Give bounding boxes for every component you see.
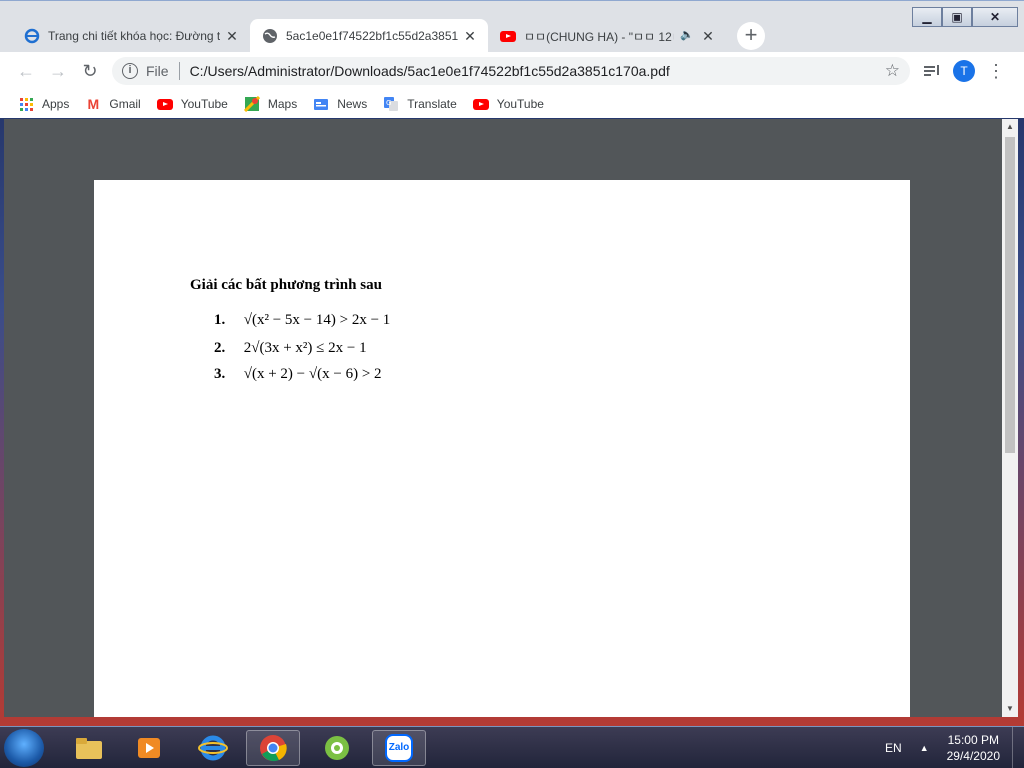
- close-window-button[interactable]: ✕: [972, 7, 1018, 27]
- document-title: Giải các bất phương trình sau: [190, 277, 382, 293]
- bookmark-label: YouTube: [496, 97, 544, 111]
- bookmark-star-icon[interactable]: ☆: [885, 61, 900, 81]
- translate-icon: G: [383, 96, 399, 112]
- back-arrow-icon[interactable]: ←: [14, 59, 38, 83]
- item-number: 3.: [214, 366, 226, 382]
- item-number: 1.: [214, 312, 226, 328]
- tab-strip: Trang chi tiết khóa học: Đường th ✕ 5ac1…: [12, 19, 726, 53]
- clock[interactable]: 15:00 PM 29/4/2020: [947, 732, 1000, 764]
- bookmark-youtube-2[interactable]: YouTube: [472, 96, 544, 112]
- edge-favicon-icon: [24, 28, 40, 44]
- zalo-label: Zalo: [385, 734, 413, 762]
- forward-arrow-icon[interactable]: →: [46, 59, 70, 83]
- bookmark-maps[interactable]: Maps: [243, 96, 298, 112]
- apps-grid-icon: [18, 96, 34, 112]
- show-hidden-icons-icon[interactable]: ▲: [920, 743, 929, 753]
- media-player-icon[interactable]: [122, 730, 176, 766]
- news-icon: [313, 96, 329, 112]
- maps-icon: [243, 96, 260, 112]
- inequality-expression: √(x + 2) − √(x − 6) > 2: [243, 366, 382, 382]
- vertical-scrollbar[interactable]: ▲ ▼: [1002, 119, 1018, 717]
- list-item: 2. 2√(3x + x²) ≤ 2x − 1: [214, 340, 367, 357]
- bookmark-label: YouTube: [180, 97, 228, 111]
- inequality-expression: √(x² − 5x − 14) > 2x − 1: [243, 312, 391, 328]
- show-desktop-button[interactable]: [1012, 727, 1024, 768]
- coccoc-icon[interactable]: [310, 730, 364, 766]
- bookmark-youtube[interactable]: YouTube: [156, 96, 228, 112]
- bookmark-label: Maps: [267, 97, 298, 111]
- tab-title: ㅁㅁ(CHUNG HA) - "ㅁㅁ 12ㅁ (C: [524, 29, 674, 44]
- system-tray: EN ▲ 15:00 PM 29/4/2020: [885, 727, 1000, 768]
- explorer-icon[interactable]: [62, 730, 116, 766]
- browser-titlebar: Trang chi tiết khóa học: Đường th ✕ 5ac1…: [0, 0, 1024, 53]
- speaker-icon[interactable]: 🔈: [680, 28, 694, 41]
- globe-icon: [263, 29, 277, 43]
- new-tab-button[interactable]: +: [737, 22, 765, 50]
- bookmark-label: Gmail: [109, 97, 141, 111]
- windows-taskbar: Zalo EN ▲ 15:00 PM 29/4/2020: [0, 726, 1024, 768]
- info-icon[interactable]: i: [122, 63, 138, 79]
- scroll-up-arrow-icon[interactable]: ▲: [1002, 119, 1018, 135]
- minimize-button[interactable]: ▁: [912, 7, 942, 27]
- zalo-icon[interactable]: Zalo: [372, 730, 426, 766]
- profile-avatar[interactable]: T: [952, 59, 976, 83]
- browser-toolbar: ← → ↻ i File C:/Users/Administrator/Down…: [0, 52, 1024, 90]
- language-indicator[interactable]: EN: [885, 741, 902, 755]
- list-item: 3. √(x + 2) − √(x − 6) > 2: [214, 366, 382, 383]
- bookmark-translate[interactable]: G Translate: [383, 96, 457, 112]
- inequality-expression: 2√(3x + x²) ≤ 2x − 1: [243, 340, 367, 356]
- reload-icon[interactable]: ↻: [78, 59, 102, 83]
- divider: [178, 62, 180, 80]
- svg-text:G: G: [386, 99, 391, 107]
- scroll-down-arrow-icon[interactable]: ▼: [1002, 701, 1018, 717]
- media-control-icon[interactable]: [920, 59, 944, 83]
- pdf-viewer[interactable]: Giải các bất phương trình sau 1. √(x² − …: [4, 119, 1018, 717]
- scheme-label: File: [146, 63, 169, 79]
- close-tab-icon[interactable]: ✕: [462, 28, 478, 44]
- youtube-icon: [472, 96, 489, 112]
- bookmark-label: Translate: [407, 97, 457, 111]
- bookmark-label: News: [337, 97, 368, 111]
- bookmarks-bar: Apps M Gmail YouTube Maps News G Transla…: [0, 90, 1024, 118]
- tab-course-detail[interactable]: Trang chi tiết khóa học: Đường th ✕: [12, 19, 250, 53]
- avatar: T: [953, 60, 975, 82]
- list-item: 1. √(x² − 5x − 14) > 2x − 1: [214, 312, 390, 329]
- item-number: 2.: [214, 340, 226, 356]
- tab-youtube[interactable]: ㅁㅁ(CHUNG HA) - "ㅁㅁ 12ㅁ (C 🔈 ✕: [488, 19, 726, 53]
- pdf-page: Giải các bất phương trình sau 1. √(x² − …: [94, 180, 910, 717]
- clock-date: 29/4/2020: [946, 749, 1000, 763]
- youtube-icon: [156, 96, 173, 112]
- url-text[interactable]: C:/Users/Administrator/Downloads/5ac1e0e…: [190, 63, 670, 79]
- close-tab-icon[interactable]: ✕: [700, 28, 716, 44]
- menu-kebab-icon[interactable]: ⋮: [986, 59, 1006, 83]
- window-controls: ▁ ▣ ✕: [912, 7, 1018, 27]
- bookmark-gmail[interactable]: M Gmail: [85, 96, 141, 112]
- address-bar[interactable]: i File C:/Users/Administrator/Downloads/…: [112, 57, 910, 85]
- gmail-icon: M: [87, 96, 100, 112]
- ie-icon[interactable]: [186, 730, 240, 766]
- youtube-icon: [500, 28, 516, 44]
- tab-title: 5ac1e0e1f74522bf1c55d2a3851c: [286, 29, 458, 43]
- tab-pdf[interactable]: 5ac1e0e1f74522bf1c55d2a3851c ✕: [250, 19, 488, 53]
- chrome-icon[interactable]: [246, 730, 300, 766]
- close-tab-icon[interactable]: ✕: [224, 28, 240, 44]
- scrollbar-thumb[interactable]: [1005, 137, 1015, 453]
- tab-title: Trang chi tiết khóa học: Đường th: [48, 29, 220, 43]
- bookmark-label: Apps: [42, 97, 70, 111]
- maximize-button[interactable]: ▣: [942, 7, 972, 27]
- start-button[interactable]: [4, 729, 44, 767]
- bookmark-apps[interactable]: Apps: [18, 96, 69, 112]
- clock-time: 15:00 PM: [947, 733, 999, 747]
- bookmark-news[interactable]: News: [313, 96, 367, 112]
